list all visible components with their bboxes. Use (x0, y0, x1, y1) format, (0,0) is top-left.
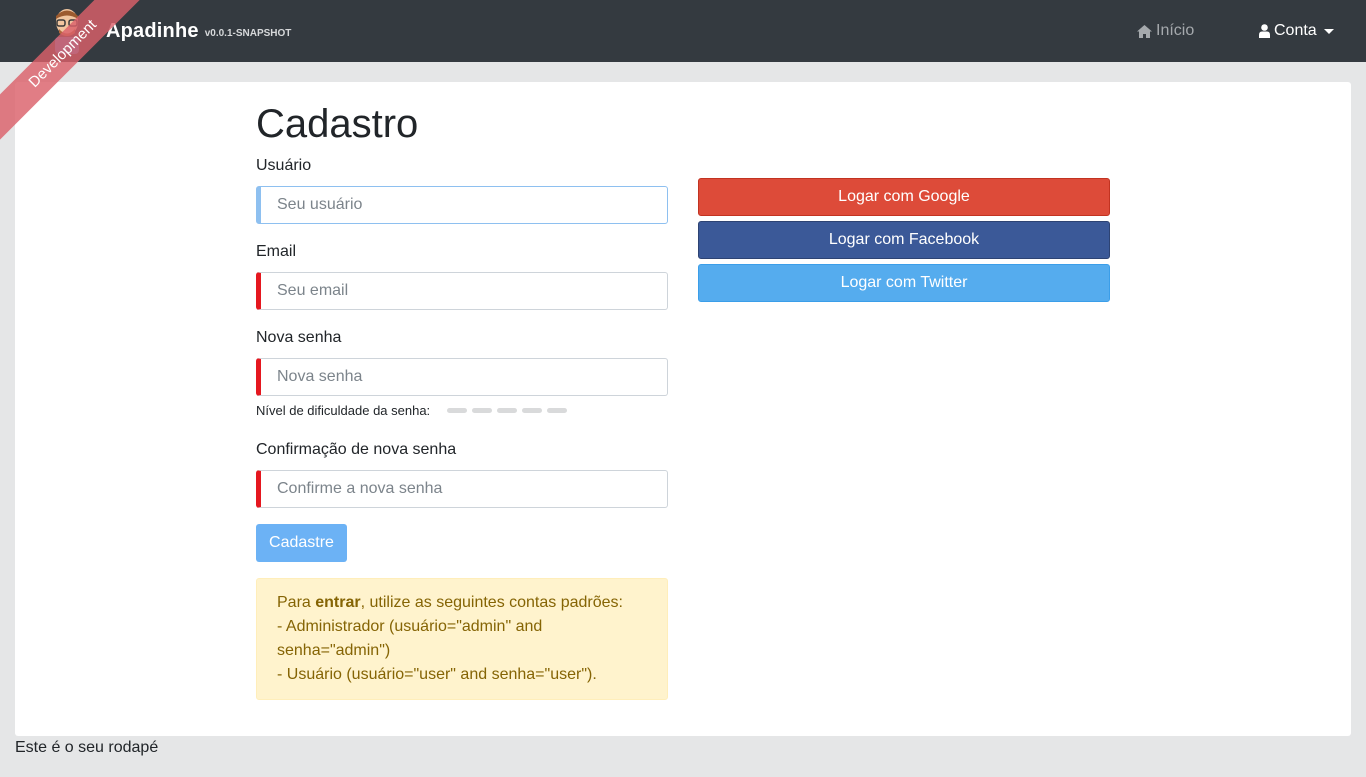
footer-text: Este é o seu rodapé (15, 739, 159, 756)
twitter-login-button[interactable]: Logar com Twitter (698, 264, 1110, 302)
navbar: Apadinhe v0.0.1-SNAPSHOT Início Conta (0, 0, 1366, 62)
strength-bar (547, 408, 567, 413)
avatar-logo (55, 9, 79, 54)
register-button[interactable]: Cadastre (256, 524, 347, 562)
email-input[interactable] (256, 272, 668, 310)
nav-home-link[interactable]: Início (1137, 20, 1194, 42)
nav-home-label: Início (1156, 22, 1195, 39)
new-password-input[interactable] (256, 358, 668, 396)
confirm-password-input[interactable] (256, 470, 668, 508)
new-password-label: Nova senha (256, 329, 342, 346)
google-login-button[interactable]: Logar com Google (698, 178, 1110, 216)
chevron-down-icon (1323, 28, 1334, 34)
strength-bar (497, 408, 517, 413)
alert-intro-suffix: , utilize as seguintes contas padrões: (360, 594, 623, 611)
user-icon (1259, 24, 1270, 38)
facebook-login-button[interactable]: Logar com Facebook (698, 221, 1110, 259)
page-title: Cadastro (256, 102, 419, 146)
alert-intro-bold: entrar (315, 594, 361, 611)
alert-intro: Para entrar, utilize as seguintes contas… (277, 591, 647, 615)
home-icon (1137, 24, 1152, 38)
alert-user-line: - Usuário (usuário="user" and senha="use… (277, 666, 597, 683)
email-label: Email (256, 243, 297, 260)
alert-intro-prefix: Para (277, 594, 316, 611)
strength-bar (522, 408, 542, 413)
password-strength-meter (447, 408, 567, 413)
default-accounts-alert: Para entrar, utilize as seguintes contas… (256, 578, 668, 700)
nav-account-label: Conta (1274, 22, 1317, 39)
password-strength-label: Nível de dificuldade da senha: (256, 403, 431, 418)
username-input[interactable] (256, 186, 668, 224)
version-label: v0.0.1-SNAPSHOT (204, 27, 292, 39)
nav-account-dropdown[interactable]: Conta (1259, 20, 1334, 42)
main-card: Cadastro Usuário Email Nova senha Nível … (15, 82, 1351, 736)
brand[interactable]: Apadinhe v0.0.1-SNAPSHOT (50, 6, 291, 56)
strength-bar (472, 408, 492, 413)
username-label: Usuário (256, 157, 312, 174)
brand-name[interactable]: Apadinhe (106, 20, 199, 43)
strength-bar (447, 408, 467, 413)
confirm-password-label: Confirmação de nova senha (256, 441, 457, 458)
alert-admin-line: - Administrador (usuário="admin" and sen… (277, 618, 543, 659)
